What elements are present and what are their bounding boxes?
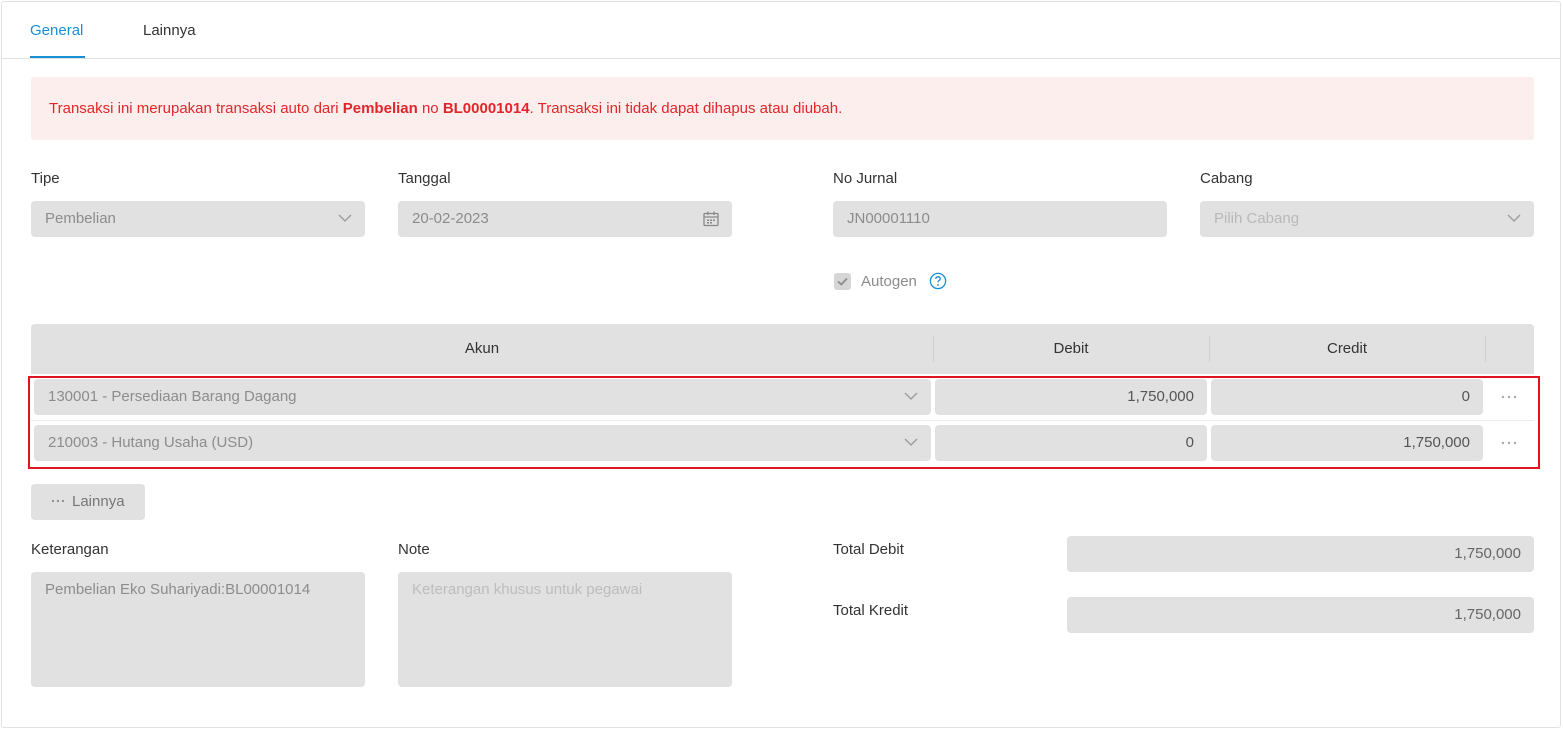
- tipe-label: Tipe: [31, 170, 60, 187]
- tab-lainnya[interactable]: Lainnya: [143, 22, 196, 39]
- alert-prefix: Transaksi ini merupakan transaksi auto d…: [49, 100, 343, 117]
- chevron-down-icon: [1507, 214, 1521, 222]
- alert-source-type: Pembelian: [342, 100, 418, 117]
- no-jurnal-value: JN00001110: [847, 210, 930, 227]
- tab-general[interactable]: General: [30, 22, 83, 39]
- no-jurnal-input[interactable]: JN00001110: [833, 201, 1167, 237]
- help-icon[interactable]: [929, 272, 947, 290]
- autogen-label: Autogen: [861, 273, 917, 290]
- tipe-select[interactable]: Pembelian: [31, 201, 365, 237]
- alert-suffix: . Transaksi ini tidak dapat dihapus atau…: [529, 100, 843, 117]
- total-kredit-value: 1,750,000: [1067, 597, 1534, 633]
- cabang-select[interactable]: Pilih Cabang: [1200, 201, 1534, 237]
- auto-transaction-alert: Transaksi ini merupakan transaksi auto d…: [31, 77, 1534, 140]
- alert-source-number: BL00001014: [442, 100, 530, 117]
- tab-bar: General Lainnya: [2, 2, 1560, 59]
- ellipsis-icon: [51, 499, 65, 503]
- checkbox-checked-icon: [834, 273, 851, 290]
- total-kredit-label: Total Kredit: [833, 602, 909, 619]
- column-header-debit: Debit: [1053, 340, 1089, 357]
- cabang-placeholder: Pilih Cabang: [1214, 210, 1300, 227]
- active-tab-indicator: [30, 56, 85, 58]
- column-header-akun: Akun: [464, 340, 500, 357]
- calendar-icon: [703, 211, 719, 227]
- total-debit-label: Total Debit: [833, 541, 904, 558]
- journal-table-header: Akun Debit Credit: [31, 324, 1534, 374]
- tanggal-input[interactable]: 20-02-2023: [398, 201, 732, 237]
- tanggal-label: Tanggal: [398, 170, 451, 187]
- column-header-credit: Credit: [1326, 340, 1367, 357]
- alert-middle: no: [417, 100, 443, 117]
- no-jurnal-label: No Jurnal: [833, 170, 898, 187]
- highlight-box: [28, 376, 1540, 469]
- keterangan-label: Keterangan: [31, 541, 109, 558]
- total-debit-value: 1,750,000: [1067, 536, 1534, 572]
- more-button-label: Lainnya: [72, 493, 125, 510]
- journal-form-panel: General Lainnya Transaksi ini merupakan …: [1, 1, 1561, 728]
- note-label: Note: [398, 541, 430, 558]
- keterangan-textarea[interactable]: Pembelian Eko Suhariyadi:BL00001014: [31, 572, 365, 687]
- cabang-label: Cabang: [1200, 170, 1253, 187]
- chevron-down-icon: [338, 214, 352, 222]
- tanggal-value: 20-02-2023: [412, 210, 489, 227]
- note-textarea[interactable]: Keterangan khusus untuk pegawai: [398, 572, 732, 687]
- column-divider: [1485, 336, 1486, 362]
- more-button[interactable]: Lainnya: [31, 484, 145, 520]
- tipe-value: Pembelian: [45, 210, 116, 227]
